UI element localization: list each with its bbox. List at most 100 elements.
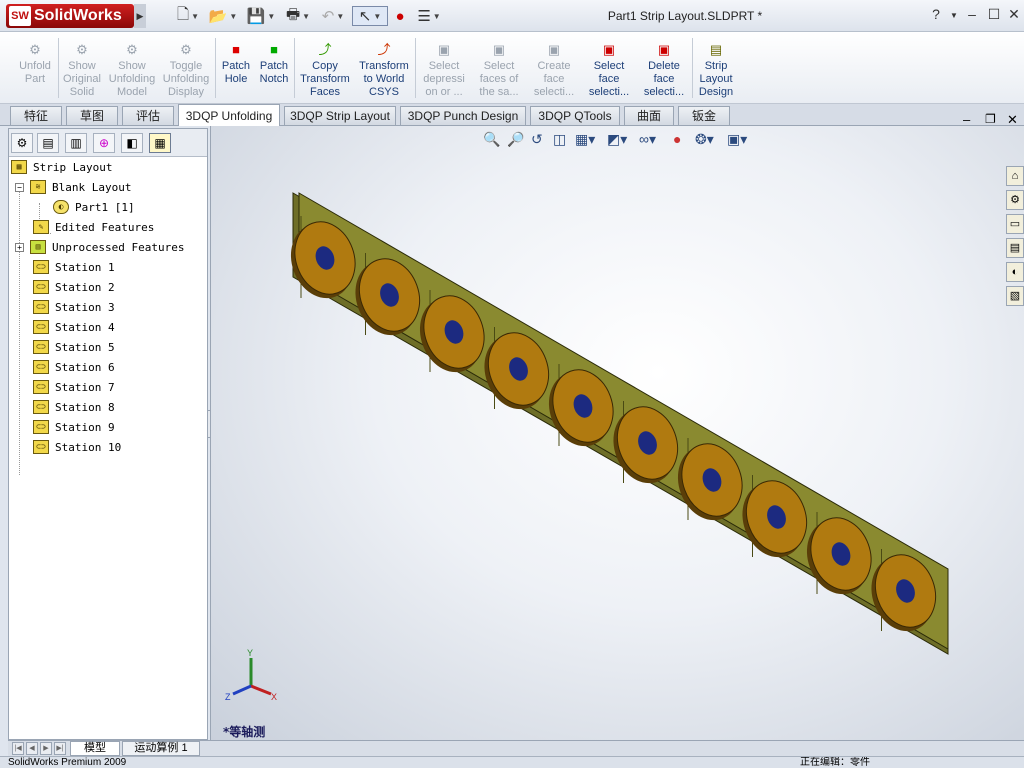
part-icon: ◐ — [53, 200, 69, 214]
separator — [215, 38, 216, 98]
tree-item-station[interactable]: ⊂⊃ Station 3 — [33, 297, 115, 317]
station-icon: ⊂⊃ — [33, 360, 49, 374]
transform-to-world-csys-button[interactable]: ⤴ Transform to World CSYS — [356, 42, 412, 99]
select-icon[interactable]: ↖ ▼ — [352, 6, 388, 26]
bottom-tab-bar: |◀ ◀ ▶ ▶| 模型 运动算例 1 — [8, 740, 1024, 756]
z-axis-label: Z — [225, 692, 231, 702]
separator — [415, 38, 416, 98]
tab-features[interactable]: 特征 — [10, 106, 62, 125]
tree-item-station[interactable]: ⊂⊃ Station 10 — [33, 437, 121, 457]
patch-notch-button[interactable]: ■ Patch Notch — [256, 42, 292, 86]
collapse-icon[interactable]: − — [15, 182, 24, 192]
tree-item-station[interactable]: ⊂⊃ Station 7 — [33, 377, 115, 397]
tree-item-station[interactable]: ⊂⊃ Station 6 — [33, 357, 115, 377]
solidworks-logo[interactable]: SW SolidWorks — [6, 4, 134, 28]
minimize-button[interactable]: – — [962, 6, 982, 22]
view-orientation-label: *等轴测 — [223, 725, 266, 739]
open-icon[interactable]: 📂 ▼ — [208, 6, 238, 26]
toggle-unfolding-display-button[interactable]: ⚙ Toggle Unfolding Display — [160, 42, 212, 99]
panel-tabs: ⚙ ▤ ▥ ⊕ ◧ ▦ — [9, 129, 207, 157]
select-face-selection-button[interactable]: ▣ Select face selecti... — [582, 42, 636, 99]
close-button[interactable]: ✕ — [1004, 6, 1024, 23]
separator — [294, 38, 295, 98]
prev-tab-icon[interactable]: ◀ — [26, 742, 38, 755]
tree-item-station[interactable]: ⊂⊃ Station 1 — [33, 257, 115, 277]
command-tabs: 特征 草图 评估 3DQP Unfolding 3DQP Strip Layou… — [0, 104, 1024, 126]
patch-hole-button[interactable]: ■ Patch Hole — [218, 42, 254, 86]
copy-transform-faces-button[interactable]: ⤴ Copy Transform Faces — [298, 42, 352, 99]
y-axis-label: Y — [247, 648, 253, 658]
tree-item-station[interactable]: ⊂⊃ Station 9 — [33, 417, 115, 437]
property-manager-icon[interactable]: ▤ — [37, 133, 59, 153]
tab-motion-study[interactable]: 运动算例 1 — [122, 741, 200, 756]
dimxpert-icon[interactable]: ⊕ — [93, 133, 115, 153]
save-icon[interactable]: 💾 ▼ — [246, 6, 276, 26]
undo-icon[interactable]: ↶ ▼ — [318, 6, 348, 26]
maximize-button[interactable]: ☐ — [984, 6, 1004, 23]
tab-model[interactable]: 模型 — [70, 741, 120, 756]
doc-restore-icon[interactable]: ❐ — [985, 112, 996, 126]
create-face-selection-button[interactable]: ▣ Create face selecti... — [528, 42, 580, 99]
tab-3dqp-qtools[interactable]: 3DQP QTools — [530, 106, 620, 125]
copy-transform-faces-icon: ⤴ — [318, 42, 332, 57]
help-icon[interactable]: ? — [926, 6, 946, 22]
last-tab-icon[interactable]: ▶| — [54, 742, 66, 755]
tree-root[interactable]: ▦ Strip Layout — [11, 157, 112, 177]
select-faces-same-icon: ▣ — [492, 42, 506, 57]
graphics-viewport[interactable]: – ❐ ✕ 🔍 🔎 ↺ ◫ ▦▾ ◩▾ ∞▾ ● ❂▾ ▣▾ ⌂ ⚙ ▭ ▤ ◐… — [210, 112, 1024, 742]
strip-layout-tab-icon[interactable]: ▦ — [149, 133, 171, 153]
x-axis-label: X — [271, 692, 277, 702]
tree-item-station[interactable]: ⊂⊃ Station 2 — [33, 277, 115, 297]
feature-manager-icon[interactable]: ⚙ — [11, 133, 33, 153]
blank-layout-icon: ≋ — [30, 180, 46, 194]
axis-triad: Y X Z — [225, 648, 277, 702]
tree-item-station[interactable]: ⊂⊃ Station 5 — [33, 337, 115, 357]
tree-item-unprocessed-features[interactable]: + ▥ Unprocessed Features — [15, 237, 184, 257]
options-icon[interactable]: ☰ ▼ — [414, 6, 444, 26]
first-tab-icon[interactable]: |◀ — [12, 742, 24, 755]
select-depression-button[interactable]: ▣ Select depressi on or ... — [418, 42, 470, 99]
print-icon[interactable]: 🖶 ▼ — [282, 6, 314, 26]
strip-layout-model[interactable]: Y X Z — [211, 126, 1024, 742]
strip-layout-design-button[interactable]: ▤ Strip Layout Design — [694, 42, 738, 99]
doc-minimize-icon[interactable]: – — [963, 112, 970, 127]
tree-item-station[interactable]: ⊂⊃ Station 8 — [33, 397, 115, 417]
patch-notch-icon: ■ — [270, 42, 278, 57]
menu-flyout-icon[interactable]: ▶ — [134, 4, 146, 28]
tree-item-station[interactable]: ⊂⊃ Station 4 — [33, 317, 115, 337]
x-axis-line — [250, 684, 272, 696]
tree-item-part[interactable]: ◐ Part1 [1] — [53, 197, 135, 217]
tree-line — [19, 183, 20, 475]
select-faces-same-button[interactable]: ▣ Select faces of the sa... — [472, 42, 526, 99]
show-unfolding-model-button[interactable]: ⚙ Show Unfolding Model — [106, 42, 158, 99]
tab-surfaces[interactable]: 曲面 — [624, 106, 674, 125]
tab-3dqp-punch-design[interactable]: 3DQP Punch Design — [400, 106, 526, 125]
rebuild-icon[interactable]: ● — [392, 6, 408, 26]
next-tab-icon[interactable]: ▶ — [40, 742, 52, 755]
title-bar: SW SolidWorks ▶ 🗋 ▼ 📂 ▼ 💾 ▼ 🖶 ▼ ↶ ▼ ↖ ▼ ● ☰ ▼ P… — [0, 0, 1024, 32]
tab-3dqp-strip-layout[interactable]: 3DQP Strip Layout — [284, 106, 396, 125]
delete-face-selection-button[interactable]: ▣ Delete face selecti... — [638, 42, 690, 99]
configuration-manager-icon[interactable]: ▥ — [65, 133, 87, 153]
show-unfolding-model-icon: ⚙ — [126, 42, 138, 57]
show-original-solid-button[interactable]: ⚙ Show Original Solid — [60, 42, 104, 99]
station-icon: ⊂⊃ — [33, 400, 49, 414]
station-icon: ⊂⊃ — [33, 420, 49, 434]
sw-logo-icon: SW — [9, 6, 31, 26]
tab-3dqp-unfolding[interactable]: 3DQP Unfolding — [178, 104, 280, 126]
tab-sheet-metal[interactable]: 钣金 — [678, 106, 730, 125]
help-dropdown-icon[interactable]: ▼ — [944, 11, 964, 20]
brand-name: SolidWorks — [34, 7, 122, 24]
expand-icon[interactable]: + — [15, 242, 24, 252]
strip-layout-design-icon: ▤ — [709, 42, 723, 57]
feature-manager-panel: ⚙ ▤ ▥ ⊕ ◧ ▦ ▦ Strip Layout − ≋ Blank Lay… — [8, 128, 208, 740]
tree-item-blank-layout[interactable]: − ≋ Blank Layout — [15, 177, 131, 197]
display-manager-icon[interactable]: ◧ — [121, 133, 143, 153]
new-doc-icon[interactable]: 🗋 ▼ — [174, 6, 202, 26]
tree-item-edited-features[interactable]: ✎ Edited Features — [33, 217, 154, 237]
tab-sketch[interactable]: 草图 — [66, 106, 118, 125]
tab-evaluate[interactable]: 评估 — [122, 106, 174, 125]
unfold-part-button[interactable]: ⚙ Unfold Part — [14, 42, 56, 86]
unfold-part-icon: ⚙ — [29, 42, 41, 57]
show-original-solid-icon: ⚙ — [76, 42, 88, 57]
